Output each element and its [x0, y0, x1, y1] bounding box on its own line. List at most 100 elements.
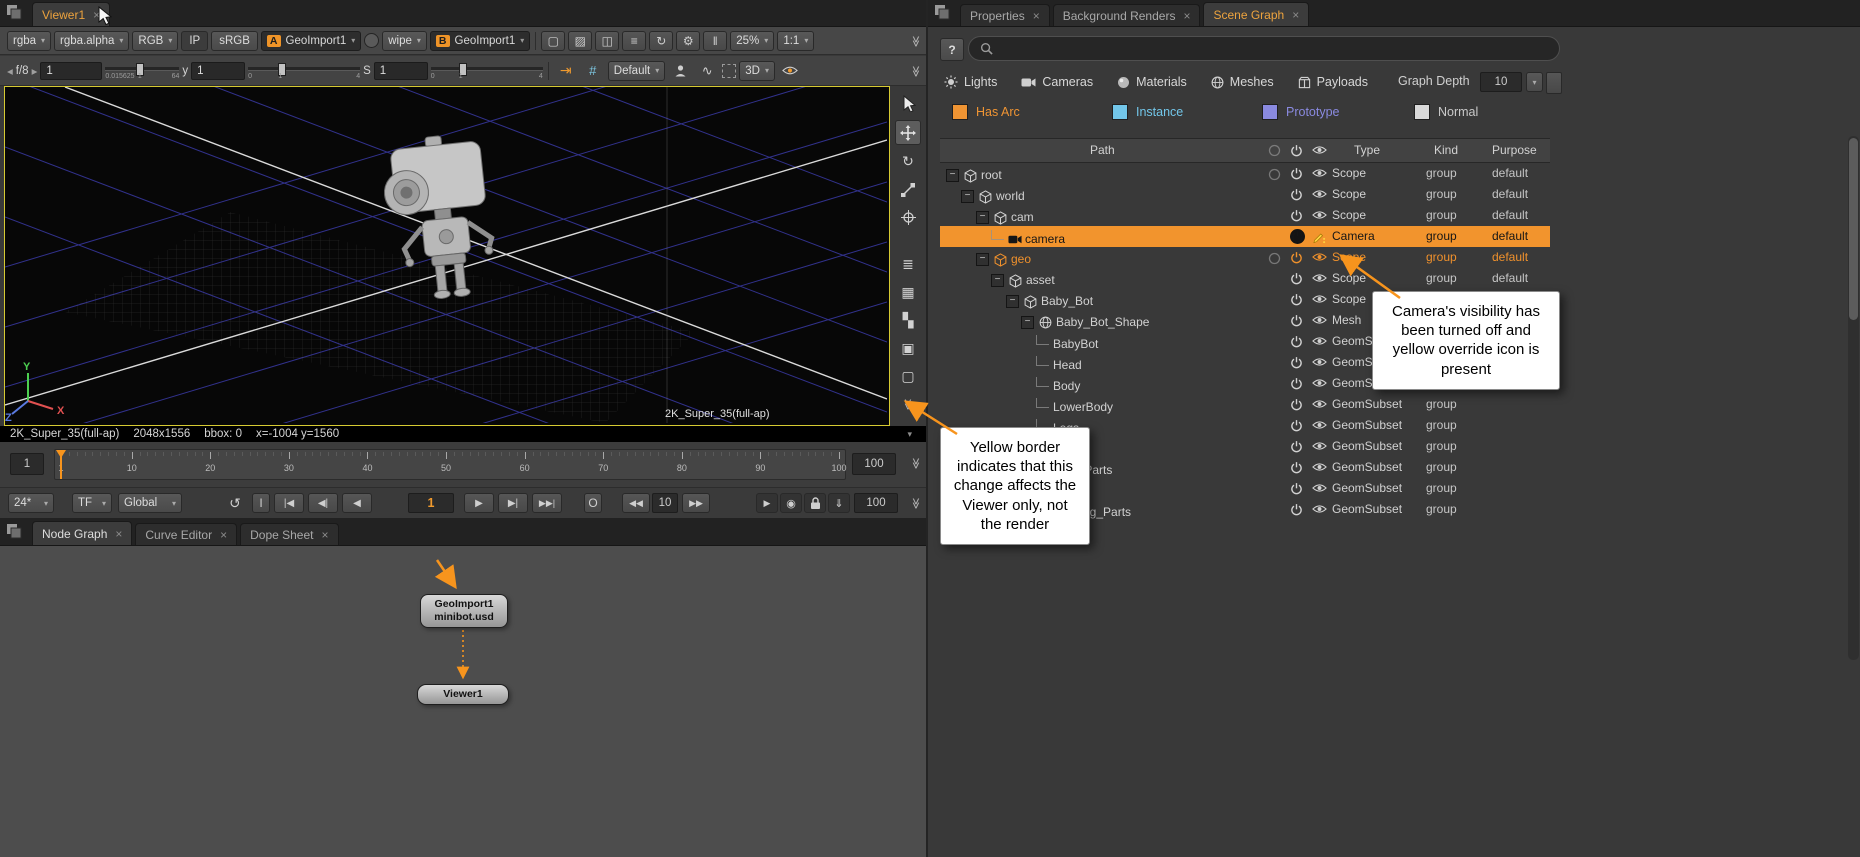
- dashed-region-icon[interactable]: [722, 64, 736, 78]
- eye-icon[interactable]: [1312, 336, 1327, 346]
- jump-forward-button[interactable]: ▶▶: [682, 493, 710, 513]
- export-button[interactable]: ⇓: [828, 493, 850, 513]
- filter-meshes-button[interactable]: Meshes: [1211, 75, 1274, 89]
- play-forward-button[interactable]: ▶: [464, 493, 494, 513]
- panel-menu-icon[interactable]: [6, 4, 24, 22]
- expander-icon[interactable]: −: [976, 253, 989, 266]
- filter-cameras-button[interactable]: Cameras: [1021, 75, 1093, 89]
- tab-dope-sheet[interactable]: Dope Sheet×: [240, 523, 338, 545]
- expander-icon[interactable]: −: [961, 190, 974, 203]
- next-aperture-icon[interactable]: ▸: [32, 64, 38, 78]
- expander-icon[interactable]: −: [991, 274, 1004, 287]
- gain-field[interactable]: 1: [40, 62, 102, 80]
- eye-icon[interactable]: [1312, 462, 1327, 472]
- split-view-icon[interactable]: ◫: [595, 31, 619, 51]
- saturation-slider[interactable]: 0 1 4: [431, 59, 543, 83]
- full-frame-icon[interactable]: ▢: [541, 31, 565, 51]
- occlusion-person-icon[interactable]: [668, 61, 692, 81]
- playhead-knob[interactable]: [56, 450, 66, 458]
- fps-dropdown[interactable]: 24*▾: [8, 493, 54, 513]
- skip-to-start-button[interactable]: |◀: [274, 493, 304, 513]
- tab-properties[interactable]: Properties×: [960, 4, 1050, 26]
- eye-icon[interactable]: [1312, 420, 1327, 430]
- view-mode-3d-dropdown[interactable]: 3D▾: [739, 61, 775, 81]
- eye-icon[interactable]: [1312, 378, 1327, 388]
- loop-mode-icon[interactable]: ↺: [224, 493, 246, 513]
- scene-graph-search-input[interactable]: [1000, 41, 1548, 57]
- end-frame-field[interactable]: 100: [854, 493, 898, 513]
- power-visibility-icon[interactable]: [1290, 335, 1303, 348]
- column-path[interactable]: Path: [1090, 139, 1115, 162]
- flipbook-button[interactable]: ▶: [756, 493, 778, 513]
- help-button[interactable]: ?: [940, 38, 964, 61]
- roi-settings-icon[interactable]: ⚙: [676, 31, 700, 51]
- scene-graph-row-geo[interactable]: −geoScopegroupdefault: [940, 247, 1550, 268]
- expander-icon[interactable]: −: [1006, 295, 1019, 308]
- pixel-aspect-dropdown[interactable]: 1:1▾: [777, 31, 814, 51]
- lut-dropdown[interactable]: Default▾: [608, 61, 665, 81]
- set-out-point-button[interactable]: O: [584, 493, 602, 513]
- play-backward-button[interactable]: ◀: [342, 493, 372, 513]
- scene-graph-row-lowerbody[interactable]: LowerBodyGeomSubsetgroup: [940, 394, 1550, 415]
- tf-dropdown[interactable]: TF▾: [72, 493, 112, 513]
- step-forward-keyframe-button[interactable]: ▶|: [498, 493, 528, 513]
- search-box[interactable]: [968, 36, 1560, 61]
- eye-column-icon[interactable]: [1312, 145, 1327, 155]
- scene-graph-scrollbar[interactable]: [1848, 136, 1859, 660]
- column-type[interactable]: Type: [1354, 139, 1380, 162]
- column-purpose[interactable]: Purpose: [1492, 139, 1537, 162]
- close-icon[interactable]: ×: [93, 10, 100, 20]
- layer-dropdown[interactable]: rgba▾: [7, 31, 51, 51]
- expander-icon[interactable]: −: [976, 211, 989, 224]
- eye-icon[interactable]: [1312, 357, 1327, 367]
- guides-icon[interactable]: #: [581, 61, 605, 81]
- scanlines-icon[interactable]: ≡: [622, 31, 646, 51]
- graph-depth-dropdown[interactable]: ▾: [1526, 72, 1543, 92]
- power-column-icon[interactable]: [1290, 144, 1303, 157]
- pause-icon[interactable]: ‖: [703, 31, 727, 51]
- session-column-icon[interactable]: [1268, 144, 1281, 157]
- rotate-tool[interactable]: ↻: [896, 150, 920, 173]
- power-visibility-icon[interactable]: [1290, 251, 1303, 264]
- jump-increment-field[interactable]: 10: [652, 493, 678, 513]
- jump-back-button[interactable]: ◀◀: [622, 493, 650, 513]
- scene-graph-row-world[interactable]: −worldScopegroupdefault: [940, 184, 1550, 205]
- tab-scene-graph[interactable]: Scene Graph×: [1203, 2, 1309, 26]
- power-visibility-icon[interactable]: [1290, 356, 1303, 369]
- eye-icon[interactable]: [1312, 168, 1327, 178]
- power-visibility-icon[interactable]: [1290, 209, 1303, 222]
- input-process-button[interactable]: IP: [181, 31, 208, 51]
- info-collapse-icon[interactable]: ▾: [907, 429, 912, 440]
- saturation-field[interactable]: 1: [374, 62, 428, 80]
- eye-icon[interactable]: [1312, 273, 1327, 283]
- tool-column-chevrons[interactable]: ≫: [896, 392, 919, 416]
- toolbar-overflow-chevrons[interactable]: ≫: [910, 66, 923, 78]
- power-visibility-icon[interactable]: [1290, 503, 1303, 516]
- ab-swap-toggle[interactable]: [364, 33, 379, 48]
- eye-icon[interactable]: [1312, 441, 1327, 451]
- close-icon[interactable]: ×: [115, 529, 122, 539]
- gain-slider[interactable]: 0.015625 1 64: [105, 59, 179, 83]
- display-channels-dropdown[interactable]: RGB▾: [132, 31, 178, 51]
- scene-graph-row-cam[interactable]: −camScopegroupdefault: [940, 205, 1550, 226]
- srgb-lut-button[interactable]: sRGB: [211, 31, 258, 51]
- panel-menu-icon[interactable]: [6, 523, 24, 541]
- layout-frame-icon[interactable]: ▢: [896, 365, 920, 388]
- power-visibility-icon[interactable]: [1290, 272, 1303, 285]
- viewer-3d-viewport[interactable]: Y X Z 2K_Super_35(full-ap): [4, 86, 890, 426]
- power-visibility-icon[interactable]: [1290, 440, 1303, 453]
- filter-materials-button[interactable]: Materials: [1117, 75, 1187, 89]
- prev-aperture-icon[interactable]: ◂: [7, 64, 13, 78]
- layout-tile-icon[interactable]: ▣: [896, 337, 920, 360]
- tab-viewer1[interactable]: Viewer1 ×: [32, 2, 110, 26]
- scene-graph-row-asset[interactable]: −assetScopegroupdefault: [940, 268, 1550, 289]
- current-frame-field[interactable]: 1: [408, 493, 454, 513]
- timeline-ruler[interactable]: 1102030405060708090100: [54, 449, 846, 480]
- tab-curve-editor[interactable]: Curve Editor×: [135, 523, 237, 545]
- translate-tool[interactable]: [895, 120, 921, 145]
- layout-stack-icon[interactable]: ≣: [896, 253, 920, 276]
- snap-tool[interactable]: [896, 206, 920, 229]
- layout-grid-icon[interactable]: ▦: [896, 281, 920, 304]
- refresh-icon[interactable]: ↻: [649, 31, 673, 51]
- eye-icon[interactable]: [1312, 210, 1327, 220]
